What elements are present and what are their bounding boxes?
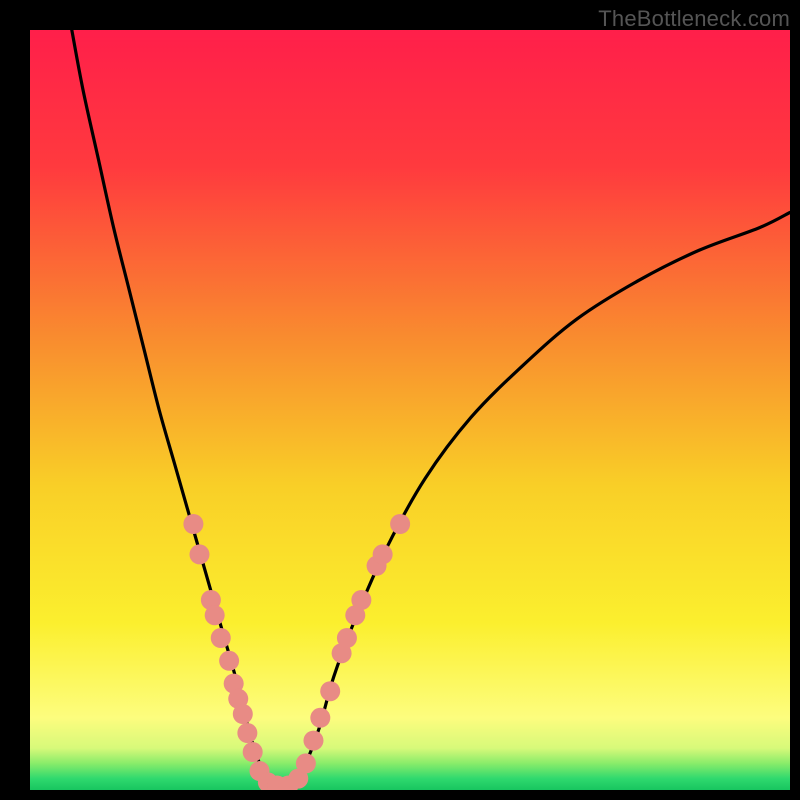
chart-frame: TheBottleneck.com xyxy=(0,0,800,800)
watermark-text: TheBottleneck.com xyxy=(598,6,790,32)
data-marker xyxy=(390,514,410,534)
gradient-background xyxy=(30,30,790,790)
data-marker xyxy=(183,514,203,534)
data-marker xyxy=(303,731,323,751)
chart-svg xyxy=(30,30,790,790)
data-marker xyxy=(219,651,239,671)
data-marker xyxy=(320,681,340,701)
data-marker xyxy=(337,628,357,648)
data-marker xyxy=(351,590,371,610)
data-marker xyxy=(296,753,316,773)
data-marker xyxy=(373,544,393,564)
data-marker xyxy=(211,628,231,648)
data-marker xyxy=(233,704,253,724)
data-marker xyxy=(243,742,263,762)
data-marker xyxy=(189,544,209,564)
data-marker xyxy=(205,605,225,625)
plot-area xyxy=(30,30,790,790)
data-marker xyxy=(237,723,257,743)
data-marker xyxy=(310,708,330,728)
